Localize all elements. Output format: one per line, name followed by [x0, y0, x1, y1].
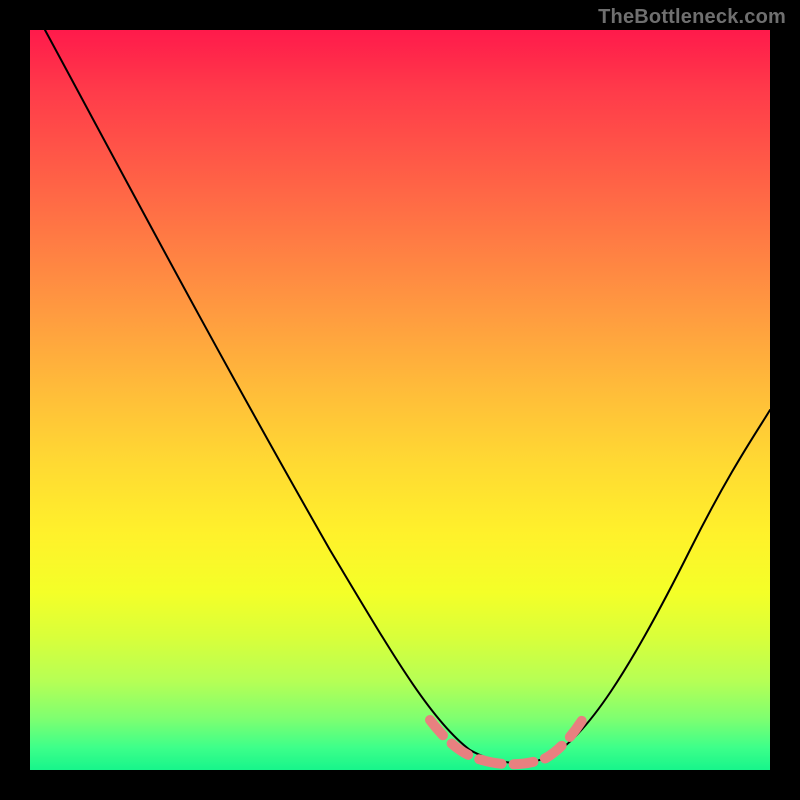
watermark-text: TheBottleneck.com: [598, 6, 786, 29]
chart-frame: TheBottleneck.com: [0, 0, 800, 800]
highlight-dash-left: [430, 720, 482, 760]
highlight-dash-bottom: [482, 758, 546, 764]
curve-svg: [30, 30, 770, 770]
bottleneck-curve: [45, 30, 770, 763]
plot-area: [30, 30, 770, 770]
highlight-dash-right: [546, 714, 586, 758]
